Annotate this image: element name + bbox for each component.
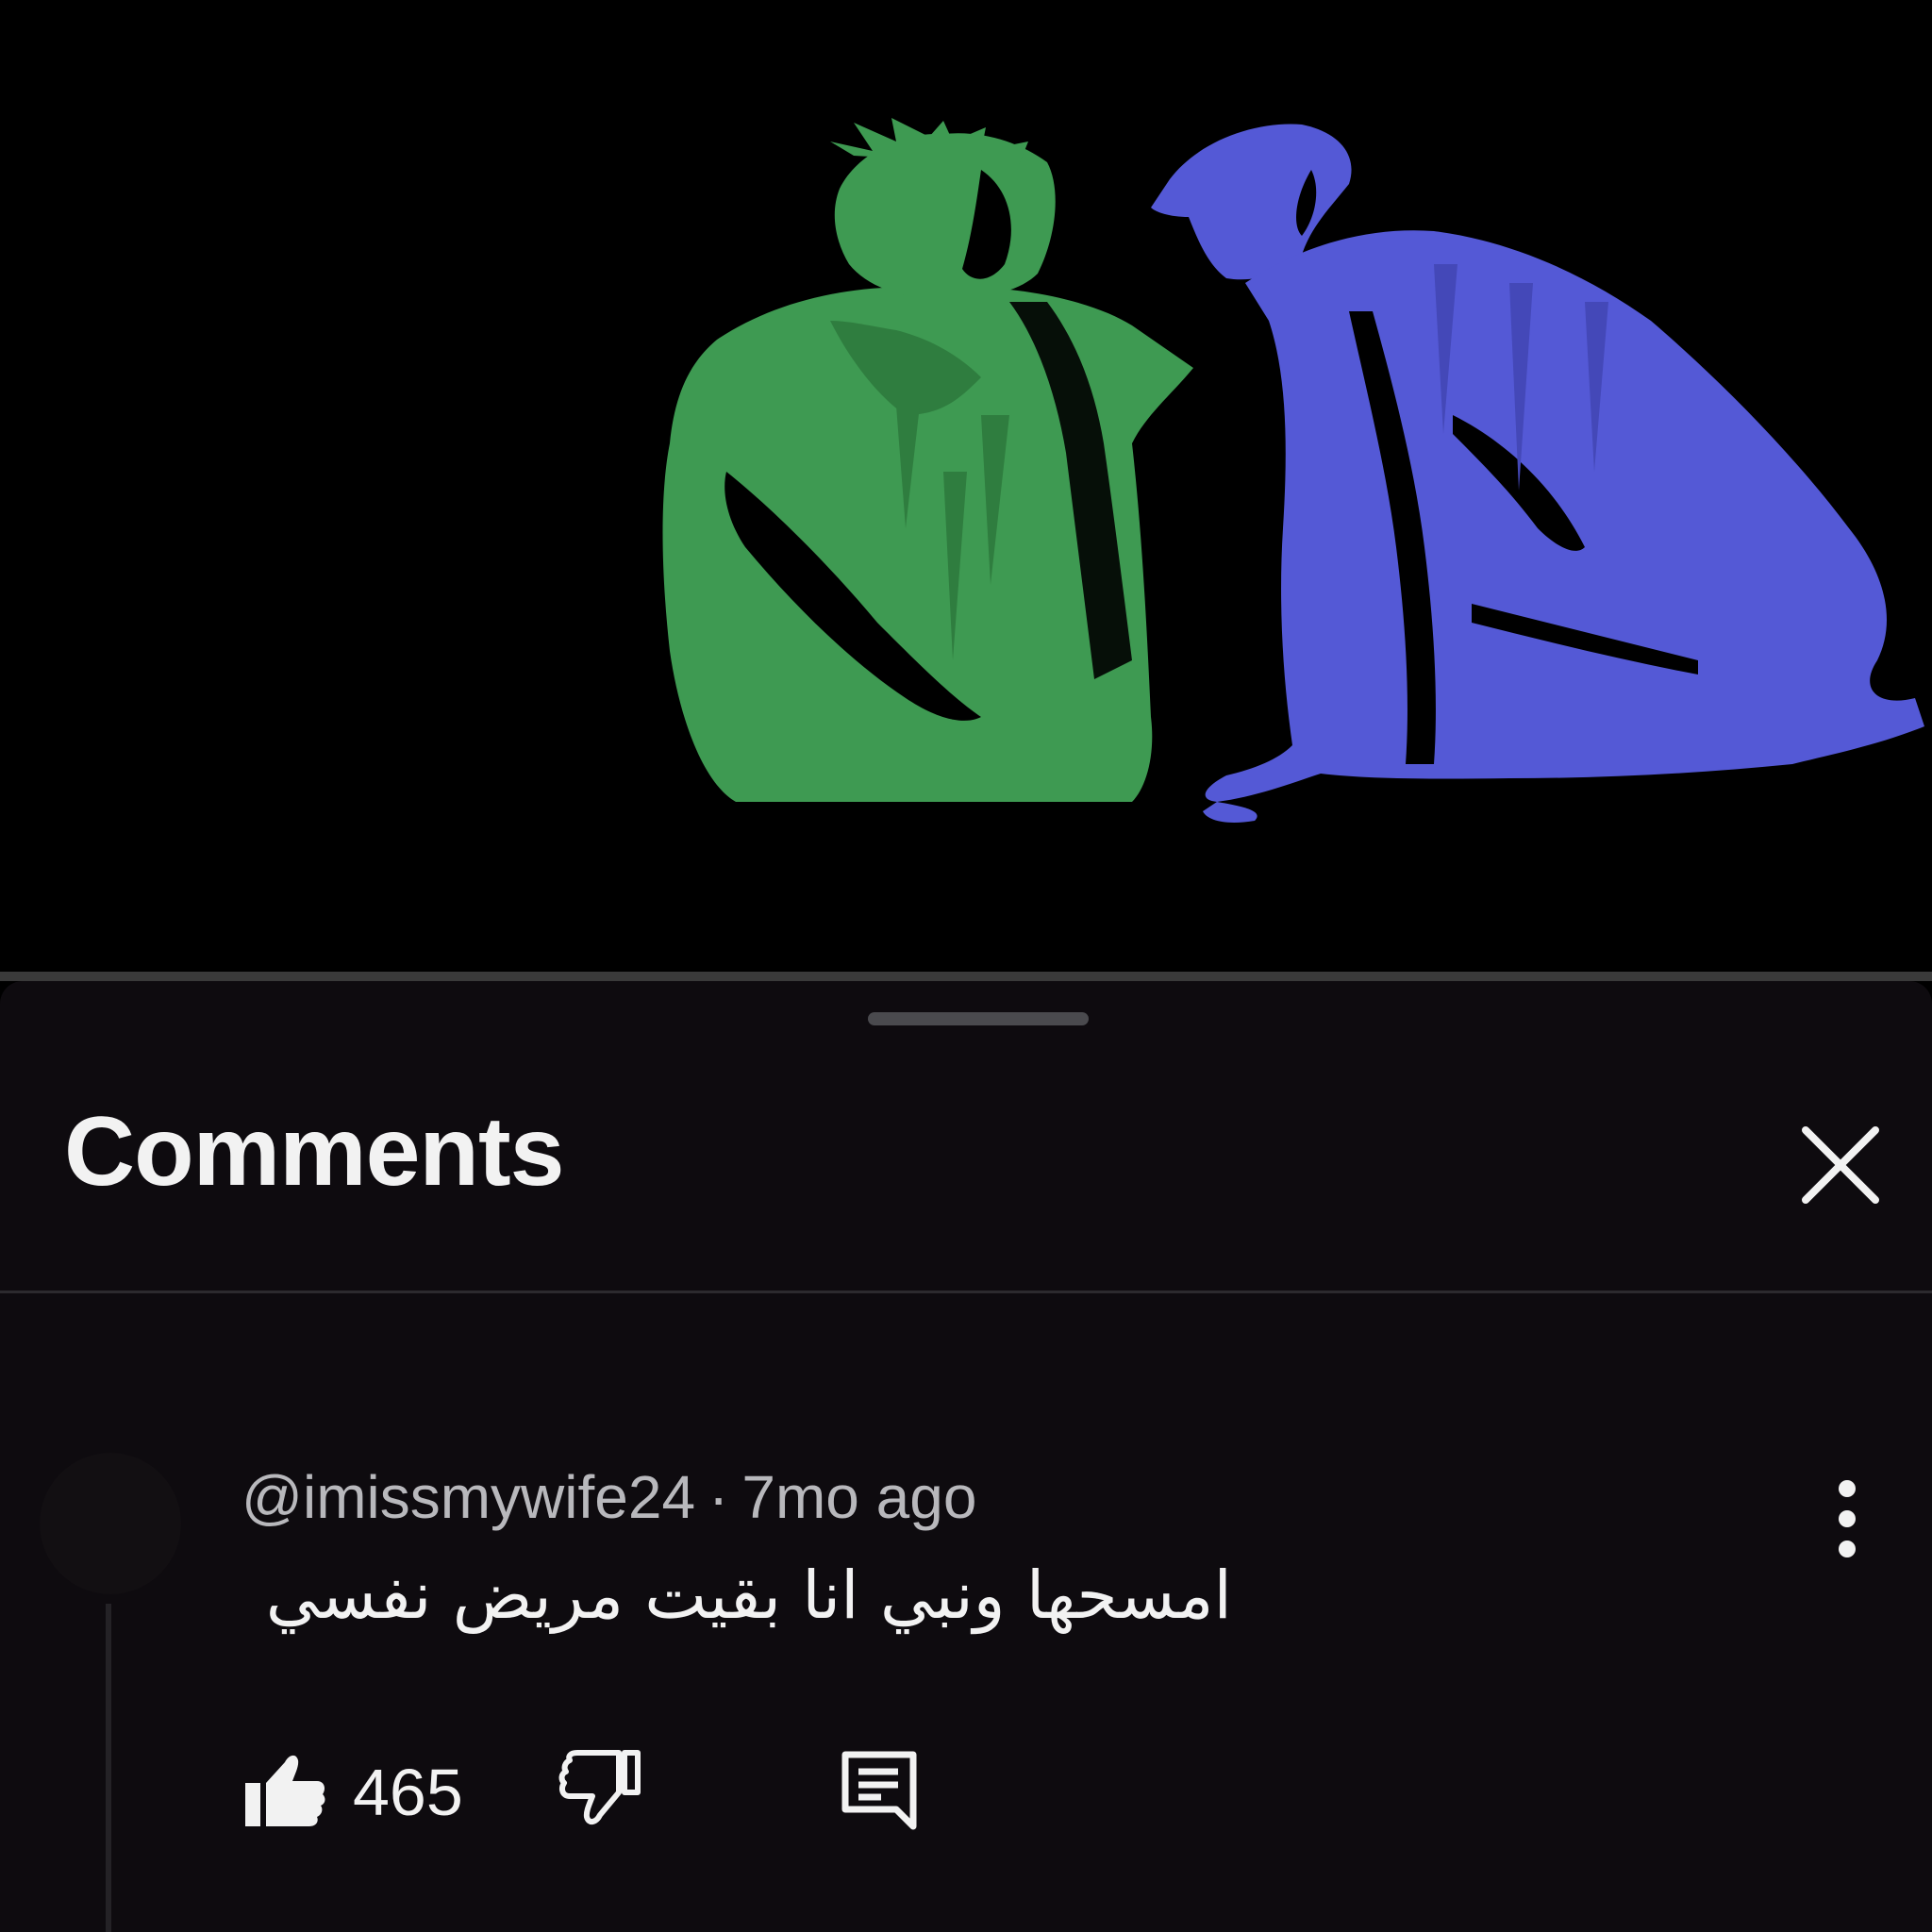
drag-handle[interactable] (868, 1012, 1089, 1025)
like-count: 465 (353, 1756, 463, 1829)
close-icon (1802, 1126, 1879, 1204)
comment-meta: @imissmywife24 · 7mo ago (242, 1462, 976, 1532)
avatar[interactable] (40, 1453, 181, 1594)
more-vertical-icon (1839, 1480, 1856, 1557)
like-button[interactable] (242, 1745, 328, 1832)
header-divider (0, 1291, 1932, 1293)
thread-line (106, 1604, 111, 1932)
comment-author[interactable]: @imissmywife24 (242, 1463, 695, 1531)
video-player[interactable] (0, 0, 1932, 972)
more-options-button[interactable] (1821, 1472, 1874, 1566)
close-button[interactable] (1789, 1113, 1892, 1217)
thumbs-up-icon (245, 1755, 325, 1826)
reply-icon (841, 1751, 917, 1830)
dislike-button[interactable] (557, 1745, 643, 1832)
video-progress-bar[interactable] (0, 972, 1932, 981)
thumbs-down-icon (558, 1750, 641, 1824)
comment-time: 7mo ago (741, 1463, 977, 1531)
meta-separator: · (708, 1463, 729, 1531)
comments-sheet: Comments @imissmywife24 · 7mo ago امسحها و… (0, 981, 1932, 1932)
comments-title: Comments (64, 1097, 564, 1207)
reply-button[interactable] (836, 1745, 923, 1832)
video-frame-illustration (0, 0, 1932, 972)
comment-text: امسحها ونبي انا بقيت مريض نفسي (265, 1557, 1232, 1634)
